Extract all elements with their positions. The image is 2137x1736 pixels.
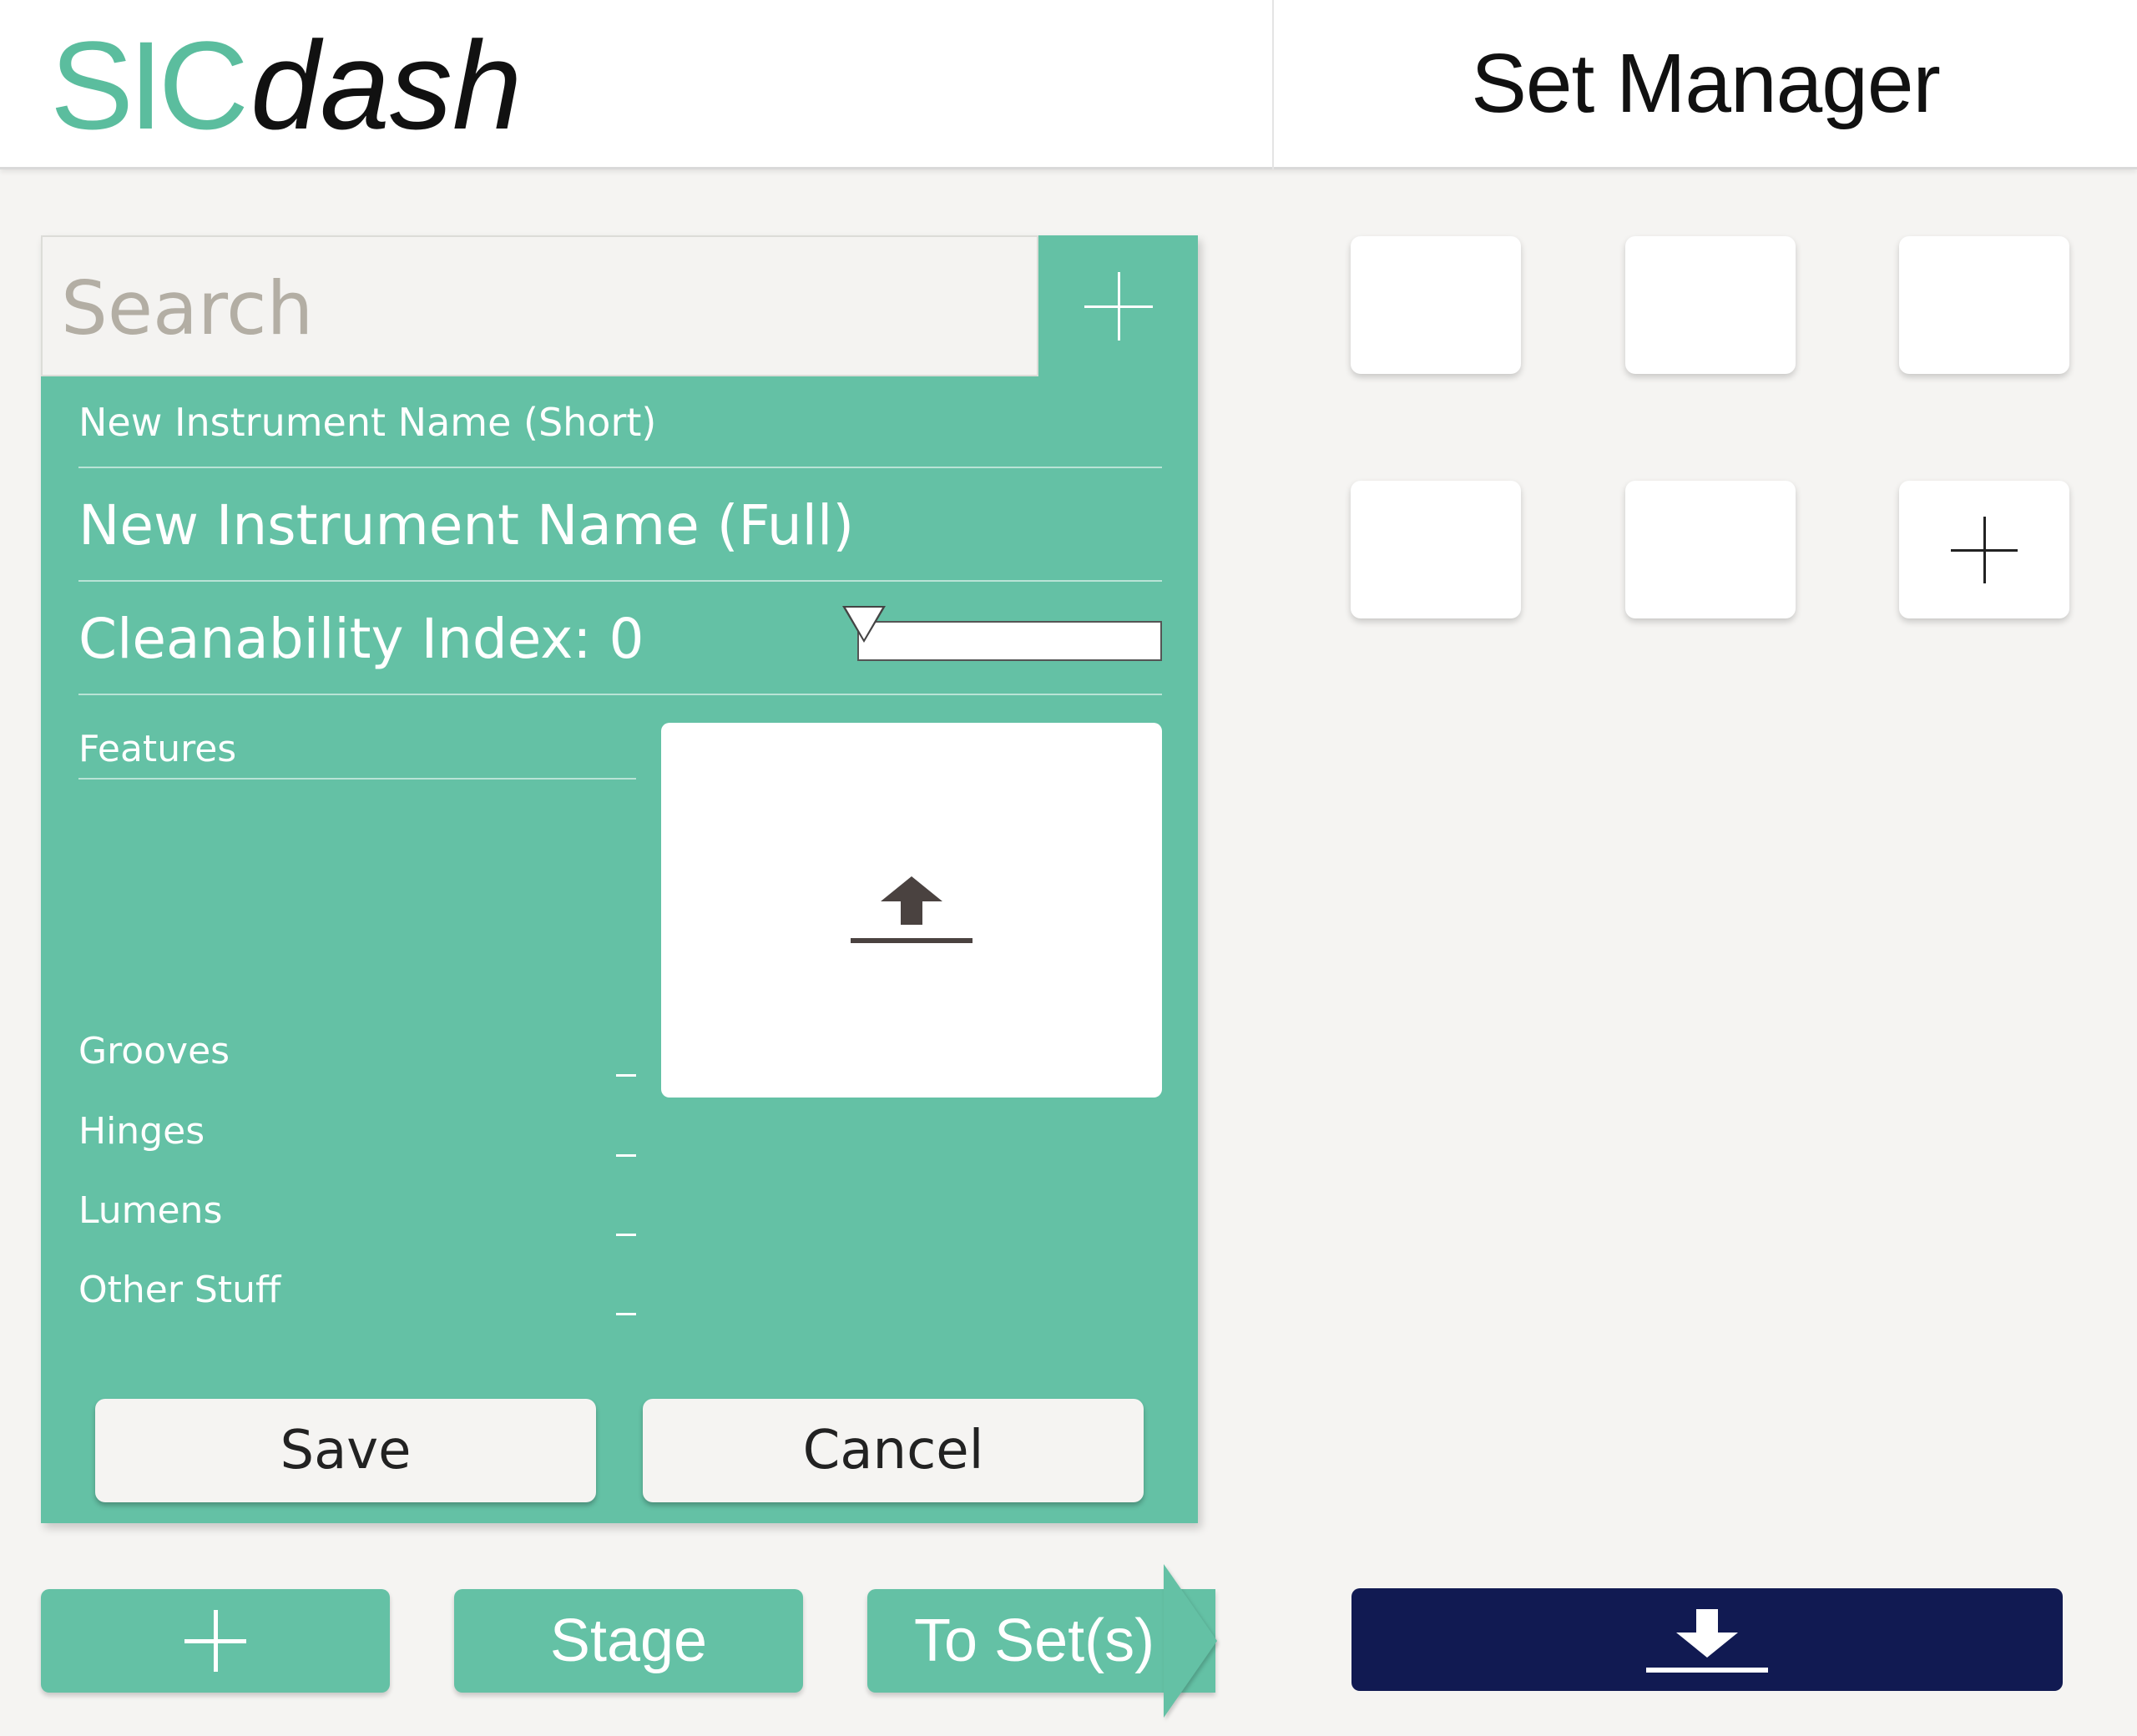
feature-label: Other Stuff [78, 1268, 281, 1311]
feature-item-grooves[interactable]: Grooves [78, 1022, 636, 1080]
to-sets-arrow-head[interactable] [1164, 1564, 1217, 1718]
add-button[interactable] [41, 1589, 390, 1693]
feature-value-dash [616, 1234, 636, 1236]
download-icon [1646, 1608, 1768, 1673]
feature-value-dash [616, 1154, 636, 1157]
image-upload-area[interactable] [661, 723, 1162, 1098]
add-instrument-button[interactable] [1038, 235, 1198, 376]
upload-icon [851, 876, 973, 943]
logo-text-dash: dash [250, 15, 523, 155]
feature-item-other-stuff[interactable]: Other Stuff [78, 1260, 636, 1319]
set-tile[interactable] [1625, 236, 1796, 374]
stage-button[interactable]: Stage [454, 1589, 803, 1693]
search-box [41, 235, 1038, 376]
cleanability-slider-track[interactable] [857, 621, 1162, 661]
feature-item-lumens[interactable]: Lumens [78, 1181, 636, 1239]
features-heading: Features [78, 719, 636, 780]
set-tile[interactable] [1351, 481, 1521, 618]
search-input[interactable] [61, 262, 1013, 354]
logo-text-sic: SIC [50, 15, 249, 155]
add-set-button[interactable] [1899, 481, 2069, 618]
feature-label: Lumens [78, 1188, 223, 1232]
save-button[interactable]: Save [95, 1399, 596, 1502]
plus-icon [1084, 271, 1153, 341]
cancel-button[interactable]: Cancel [643, 1399, 1144, 1502]
feature-item-hinges[interactable]: Hinges [78, 1102, 636, 1160]
feature-value-dash [616, 1074, 636, 1077]
app-header: SICdash Set Manager [0, 0, 2137, 169]
feature-label: Grooves [78, 1029, 230, 1072]
set-tile[interactable] [1899, 236, 2069, 374]
set-tile[interactable] [1625, 481, 1796, 618]
page-title: Set Manager [1471, 36, 1941, 130]
app-logo: SICdash [50, 18, 522, 152]
set-tile[interactable] [1351, 236, 1521, 374]
feature-label: Hinges [78, 1109, 205, 1153]
short-name-field[interactable]: New Instrument Name (Short) [78, 377, 1162, 468]
full-name-field[interactable]: New Instrument Name (Full) [78, 470, 1162, 582]
plus-icon [1951, 516, 2018, 583]
instrument-editor-panel: New Instrument Name (Short) New Instrume… [41, 235, 1198, 1523]
plus-icon [184, 1610, 246, 1672]
cleanability-slider-thumb[interactable] [842, 606, 886, 643]
feature-value-dash [616, 1313, 636, 1315]
download-button[interactable] [1351, 1588, 2063, 1691]
